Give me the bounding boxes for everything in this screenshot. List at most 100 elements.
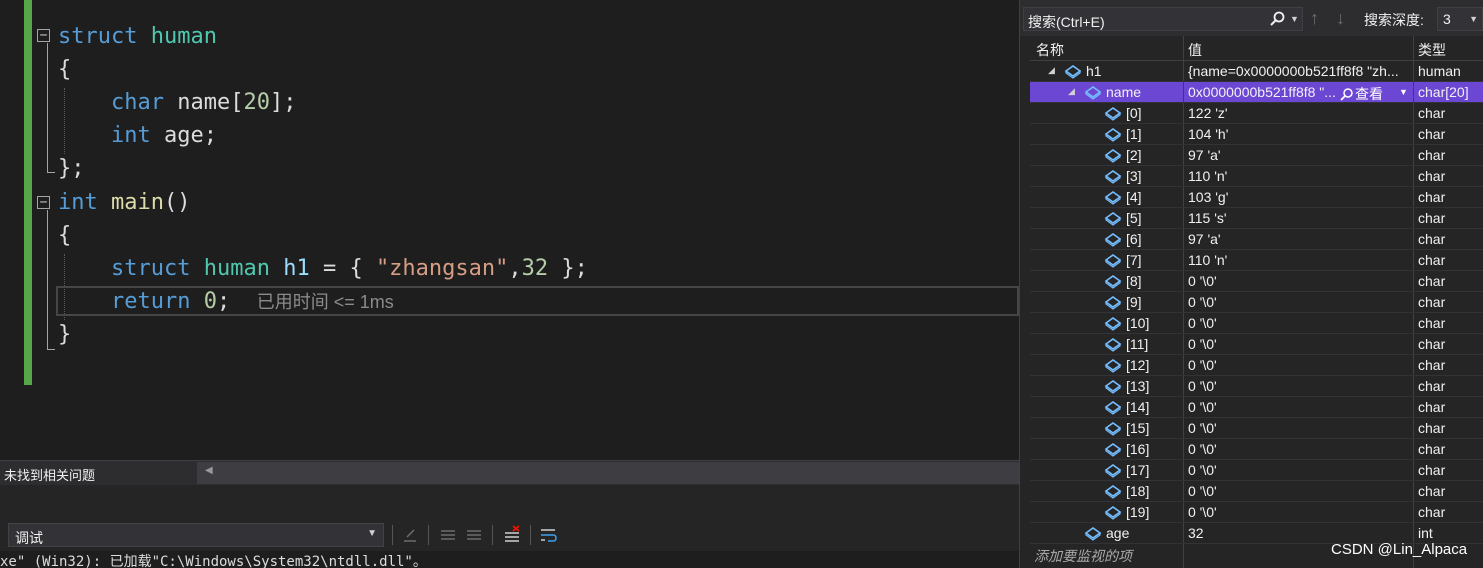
- collapse-main-icon[interactable]: −: [37, 196, 50, 209]
- code-line[interactable]: int age;: [58, 119, 217, 152]
- watch-name-cell[interactable]: [17]: [1030, 460, 1183, 480]
- watch-value-cell[interactable]: 110 'n': [1184, 166, 1413, 186]
- watch-name-cell[interactable]: [0]: [1030, 103, 1183, 123]
- output-source-select[interactable]: 调试 ▼: [8, 523, 384, 547]
- watch-row[interactable]: [1] 104 'h' char: [1030, 124, 1483, 145]
- word-wrap-icon[interactable]: [538, 525, 558, 545]
- prev-message-icon[interactable]: [438, 525, 458, 545]
- watch-name-cell[interactable]: [8]: [1030, 271, 1183, 291]
- watch-value-cell[interactable]: 110 'n': [1184, 250, 1413, 270]
- view-visualizer-button[interactable]: 查看: [1339, 84, 1383, 102]
- watch-name-cell[interactable]: [12]: [1030, 355, 1183, 375]
- watch-value-cell[interactable]: 115 's': [1184, 208, 1413, 228]
- watch-value-cell[interactable]: 0 '\0': [1184, 460, 1413, 480]
- watch-name-cell[interactable]: [1]: [1030, 124, 1183, 144]
- watch-row[interactable]: [6] 97 'a' char: [1030, 229, 1483, 250]
- watch-value-cell[interactable]: 0 '\0': [1184, 481, 1413, 501]
- watch-value-cell[interactable]: 0 '\0': [1184, 355, 1413, 375]
- watch-value-cell[interactable]: 0 '\0': [1184, 334, 1413, 354]
- column-type-header[interactable]: 类型: [1418, 40, 1446, 60]
- watch-value-cell[interactable]: 0 '\0': [1184, 313, 1413, 333]
- chevron-down-icon[interactable]: ▼: [1399, 87, 1408, 97]
- watch-value-cell[interactable]: {name=0x0000000b521ff8f8 "zh...: [1184, 61, 1413, 81]
- find-message-icon[interactable]: [400, 525, 420, 545]
- watch-value-cell[interactable]: 0 '\0': [1184, 418, 1413, 438]
- watch-row[interactable]: ◢ h1 {name=0x0000000b521ff8f8 "zh... human: [1030, 61, 1483, 82]
- watch-row[interactable]: [18] 0 '\0' char: [1030, 481, 1483, 502]
- watch-name-cell[interactable]: [18]: [1030, 481, 1183, 501]
- watch-name-cell[interactable]: [15]: [1030, 418, 1183, 438]
- watch-row[interactable]: [17] 0 '\0' char: [1030, 460, 1483, 481]
- watch-row[interactable]: [13] 0 '\0' char: [1030, 376, 1483, 397]
- watch-value-cell[interactable]: 122 'z': [1184, 103, 1413, 123]
- code-line[interactable]: int main(): [58, 186, 190, 219]
- watch-value-cell[interactable]: 97 'a': [1184, 145, 1413, 165]
- code-line[interactable]: }: [58, 318, 71, 351]
- watch-name-cell[interactable]: [5]: [1030, 208, 1183, 228]
- column-value-header[interactable]: 值: [1188, 40, 1202, 60]
- horizontal-scrollbar[interactable]: [197, 462, 1019, 484]
- code-line[interactable]: char name[20];: [58, 86, 296, 119]
- watch-name-cell[interactable]: [4]: [1030, 187, 1183, 207]
- watch-name-cell[interactable]: [9]: [1030, 292, 1183, 312]
- add-watch-item[interactable]: 添加要监视的项: [1034, 546, 1132, 566]
- next-message-icon[interactable]: [464, 525, 484, 545]
- watch-row[interactable]: [3] 110 'n' char: [1030, 166, 1483, 187]
- watch-row[interactable]: [11] 0 '\0' char: [1030, 334, 1483, 355]
- code-line[interactable]: };: [58, 152, 85, 185]
- watch-value-cell[interactable]: 0 '\0': [1184, 271, 1413, 291]
- watch-value-cell[interactable]: 103 'g': [1184, 187, 1413, 207]
- watch-row[interactable]: [7] 110 'n' char: [1030, 250, 1483, 271]
- code-line[interactable]: {: [58, 219, 71, 252]
- code-editor[interactable]: − − struct human { char name[20]; int age…: [0, 0, 1019, 460]
- watch-value-cell[interactable]: 32: [1184, 523, 1413, 543]
- search-next-icon[interactable]: ↓: [1336, 8, 1345, 29]
- watch-value-cell[interactable]: 0 '\0': [1184, 397, 1413, 417]
- code-line[interactable]: struct human: [58, 20, 217, 53]
- search-icon[interactable]: [1268, 10, 1286, 28]
- watch-name-cell[interactable]: [10]: [1030, 313, 1183, 333]
- watch-value-cell[interactable]: 97 'a': [1184, 229, 1413, 249]
- watch-row[interactable]: [10] 0 '\0' char: [1030, 313, 1483, 334]
- watch-name-cell[interactable]: [19]: [1030, 502, 1183, 522]
- clear-all-icon[interactable]: [502, 525, 522, 545]
- code-line[interactable]: {: [58, 53, 71, 86]
- watch-row[interactable]: [9] 0 '\0' char: [1030, 292, 1483, 313]
- expand-triangle-icon[interactable]: ◢: [1068, 86, 1075, 97]
- expand-triangle-icon[interactable]: ◢: [1048, 65, 1055, 76]
- watch-name-cell[interactable]: age: [1030, 523, 1183, 543]
- watch-row[interactable]: [5] 115 's' char: [1030, 208, 1483, 229]
- watch-name-cell[interactable]: ◢ h1: [1030, 61, 1183, 81]
- scroll-left-icon[interactable]: ◀: [205, 465, 213, 476]
- watch-value-cell[interactable]: 104 'h': [1184, 124, 1413, 144]
- watch-row[interactable]: [19] 0 '\0' char: [1030, 502, 1483, 523]
- watch-name-cell[interactable]: [3]: [1030, 166, 1183, 186]
- collapse-struct-icon[interactable]: −: [37, 29, 50, 42]
- watch-name-cell[interactable]: [16]: [1030, 439, 1183, 459]
- watch-row[interactable]: ◢ name 0x0000000b521ff8f8 "... 查看 ▼ char[20]: [1030, 82, 1483, 103]
- watch-value-cell[interactable]: 0 '\0': [1184, 376, 1413, 396]
- watch-name-cell[interactable]: [7]: [1030, 250, 1183, 270]
- code-line[interactable]: struct human h1 = { "zhangsan",32 };: [58, 252, 588, 285]
- chevron-down-icon[interactable]: ▼: [1290, 14, 1299, 24]
- watch-row[interactable]: [15] 0 '\0' char: [1030, 418, 1483, 439]
- watch-row[interactable]: [2] 97 'a' char: [1030, 145, 1483, 166]
- watch-name-cell[interactable]: [6]: [1030, 229, 1183, 249]
- watch-row[interactable]: [16] 0 '\0' char: [1030, 439, 1483, 460]
- watch-name-cell[interactable]: [2]: [1030, 145, 1183, 165]
- watch-row[interactable]: [0] 122 'z' char: [1030, 103, 1483, 124]
- watch-name-cell[interactable]: ◢ name: [1030, 82, 1183, 102]
- code-line[interactable]: return 0; 已用时间 <= 1ms: [58, 285, 394, 318]
- watch-value-cell[interactable]: 0 '\0': [1184, 502, 1413, 522]
- watch-name-cell[interactable]: [11]: [1030, 334, 1183, 354]
- column-name-header[interactable]: 名称: [1036, 40, 1064, 60]
- watch-row[interactable]: [8] 0 '\0' char: [1030, 271, 1483, 292]
- watch-name-cell[interactable]: [13]: [1030, 376, 1183, 396]
- watch-row[interactable]: [12] 0 '\0' char: [1030, 355, 1483, 376]
- watch-row[interactable]: [14] 0 '\0' char: [1030, 397, 1483, 418]
- watch-value-cell[interactable]: 0 '\0': [1184, 292, 1413, 312]
- watch-name-cell[interactable]: [14]: [1030, 397, 1183, 417]
- watch-value-cell[interactable]: 0 '\0': [1184, 439, 1413, 459]
- watch-row[interactable]: [4] 103 'g' char: [1030, 187, 1483, 208]
- search-depth-select[interactable]: 3 ▼: [1437, 7, 1483, 31]
